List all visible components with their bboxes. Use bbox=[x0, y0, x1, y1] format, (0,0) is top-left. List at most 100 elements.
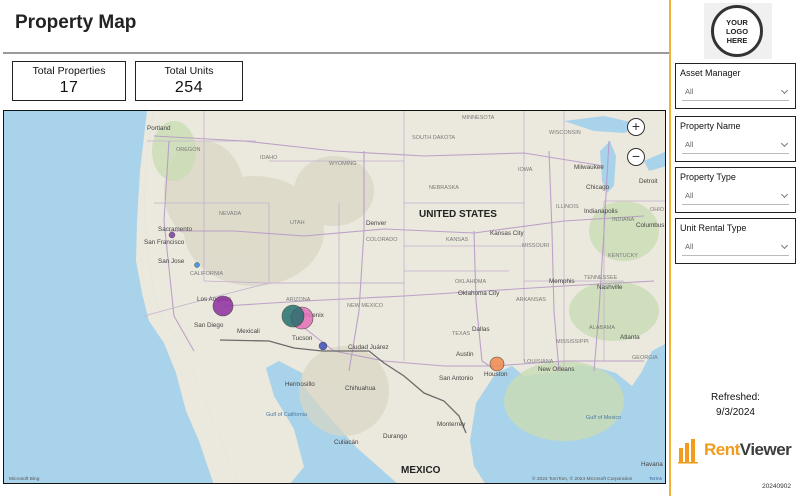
state-label: OREGON bbox=[176, 147, 200, 153]
state-label: WYOMING bbox=[329, 161, 357, 167]
state-label: IDAHO bbox=[260, 155, 278, 161]
country-label-us: UNITED STATES bbox=[419, 209, 497, 220]
state-label: NEVADA bbox=[219, 211, 242, 217]
city-label: San Antonio bbox=[439, 375, 473, 382]
city-label: Milwaukee bbox=[574, 164, 604, 171]
city-label: San Francisco bbox=[144, 239, 185, 246]
city-label: Portland bbox=[147, 125, 171, 132]
version-label: 20240902 bbox=[762, 483, 791, 490]
property-marker-san-jose[interactable] bbox=[194, 262, 200, 268]
city-label: Tucson bbox=[292, 335, 313, 342]
city-label: Kansas City bbox=[490, 230, 524, 237]
property-marker-houston[interactable] bbox=[489, 356, 505, 372]
brand-part-viewer: Viewer bbox=[739, 440, 792, 459]
city-label: Mexicali bbox=[237, 328, 260, 335]
property-name-dropdown[interactable]: All bbox=[682, 138, 789, 154]
state-label: GEORGIA bbox=[632, 355, 658, 361]
city-label: Detroit bbox=[639, 178, 658, 185]
kpi-card-total-units: Total Units 254 bbox=[135, 61, 243, 101]
slicer-label: Property Name bbox=[680, 121, 741, 131]
city-label: Culiacán bbox=[334, 439, 359, 446]
asset-manager-dropdown[interactable]: All bbox=[682, 85, 789, 101]
state-label: IOWA bbox=[518, 167, 533, 173]
state-label: COLORADO bbox=[366, 237, 398, 243]
brand-part-rent: Rent bbox=[704, 440, 740, 459]
state-label: UTAH bbox=[290, 220, 305, 226]
state-label: OKLAHOMA bbox=[455, 279, 487, 285]
city-label: Nashville bbox=[597, 284, 623, 291]
state-label: TENNESSEE bbox=[584, 275, 618, 281]
city-label: Columbus bbox=[636, 222, 664, 229]
logo-text: LOGO bbox=[725, 26, 749, 36]
dropdown-value: All bbox=[685, 140, 694, 149]
kpi-label: Total Units bbox=[164, 65, 214, 77]
chevron-down-icon bbox=[780, 86, 789, 95]
state-label: MISSOURI bbox=[522, 243, 550, 249]
slicer-property-name: Property Name All bbox=[675, 116, 796, 162]
slicer-label: Unit Rental Type bbox=[680, 223, 747, 233]
rentviewer-logo: RentViewer bbox=[678, 436, 798, 466]
zoom-in-button[interactable]: + bbox=[627, 118, 645, 136]
state-label: SOUTH DAKOTA bbox=[412, 135, 455, 141]
state-label: LOUISIANA bbox=[524, 359, 554, 365]
chevron-down-icon bbox=[780, 241, 789, 250]
city-label: Austin bbox=[456, 351, 474, 358]
bar-chart-icon bbox=[678, 439, 698, 464]
city-label: New Orleans bbox=[538, 366, 574, 373]
state-label: ILLINOIS bbox=[556, 204, 579, 210]
slicer-label: Property Type bbox=[680, 172, 736, 182]
state-label: TEXAS bbox=[452, 331, 470, 337]
state-label: NEW MEXICO bbox=[347, 303, 384, 309]
city-label: Havana bbox=[641, 461, 663, 468]
state-label: ALABAMA bbox=[589, 325, 615, 331]
city-label: Durango bbox=[383, 433, 408, 440]
chevron-down-icon bbox=[780, 139, 789, 148]
slicer-property-type: Property Type All bbox=[675, 167, 796, 213]
terms-link[interactable]: Terms bbox=[649, 476, 663, 482]
property-marker-tucson[interactable] bbox=[318, 341, 328, 351]
property-type-dropdown[interactable]: All bbox=[682, 189, 789, 205]
city-label: Chihuahua bbox=[345, 385, 376, 392]
refresh-label: Refreshed: bbox=[711, 392, 760, 403]
state-label: MISSISSIPPI bbox=[556, 339, 589, 345]
water-label: Gulf of California bbox=[266, 412, 308, 418]
refresh-date: 9/3/2024 bbox=[716, 407, 755, 418]
property-marker-phoenix-a[interactable] bbox=[281, 304, 305, 328]
title-divider bbox=[3, 52, 669, 54]
zoom-out-button[interactable]: − bbox=[627, 148, 645, 166]
water-label: Gulf of Mexico bbox=[586, 415, 621, 421]
logo-text: HERE bbox=[726, 35, 748, 45]
city-label: San Diego bbox=[194, 322, 224, 329]
property-map[interactable]: UNITED STATES MEXICO OREGON IDAHO WYOMIN… bbox=[3, 110, 666, 484]
state-label: OHIO bbox=[650, 207, 665, 213]
state-label: WISCONSIN bbox=[549, 130, 581, 136]
unit-rental-type-dropdown[interactable]: All bbox=[682, 240, 789, 256]
state-label: KANSAS bbox=[446, 237, 469, 243]
kpi-card-total-properties: Total Properties 17 bbox=[12, 61, 126, 101]
state-label: KENTUCKY bbox=[608, 253, 638, 259]
map-canvas[interactable]: UNITED STATES MEXICO OREGON IDAHO WYOMIN… bbox=[4, 111, 666, 484]
dropdown-value: All bbox=[685, 191, 694, 200]
city-label: Indianapolis bbox=[584, 208, 618, 215]
city-label: Ciudad Juárez bbox=[348, 344, 389, 351]
logo-circle: YOUR LOGO HERE bbox=[711, 5, 763, 57]
country-label-mexico: MEXICO bbox=[401, 465, 441, 476]
state-label: NEBRASKA bbox=[429, 185, 459, 191]
state-label: MINNESOTA bbox=[462, 115, 495, 121]
state-label: ARIZONA bbox=[286, 297, 311, 303]
report-page: Property Map Total Properties 17 Total U… bbox=[0, 0, 800, 496]
refresh-info: Refreshed: 9/3/2024 bbox=[675, 390, 796, 420]
kpi-value: 254 bbox=[174, 79, 204, 96]
kpi-value: 17 bbox=[59, 79, 79, 96]
state-label: ARKANSAS bbox=[516, 297, 546, 303]
property-marker-los-angeles[interactable] bbox=[212, 295, 234, 317]
property-marker-sacramento[interactable] bbox=[168, 231, 176, 239]
kpi-label: Total Properties bbox=[32, 65, 106, 77]
city-label: Monterrey bbox=[437, 421, 466, 428]
city-label: Memphis bbox=[549, 278, 575, 285]
logo-placeholder: YOUR LOGO HERE bbox=[704, 3, 772, 59]
slicer-label: Asset Manager bbox=[680, 68, 741, 78]
dropdown-value: All bbox=[685, 242, 694, 251]
page-title: Property Map bbox=[15, 12, 137, 33]
map-attribution: © 2024 TomTom, © 2024 Microsoft Corporat… bbox=[532, 475, 633, 482]
